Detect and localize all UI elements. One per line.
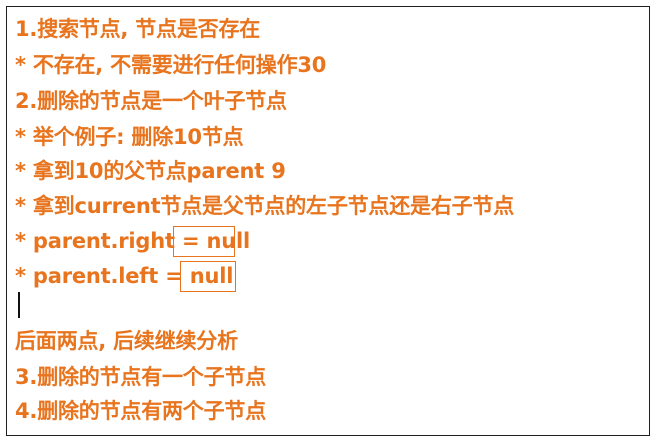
text-line-6[interactable]: * 拿到current节点是父节点的左子节点还是右子节点 bbox=[15, 192, 514, 220]
text-line-9[interactable]: 后面两点, 后续继续分析 bbox=[15, 327, 238, 355]
text-line-5[interactable]: * 拿到10的父节点parent 9 bbox=[15, 157, 286, 185]
text-line-3[interactable]: 2.删除的节点是一个叶子节点 bbox=[15, 87, 287, 115]
note-frame: 1.搜索节点, 节点是否存在 * 不存在, 不需要进行任何操作30 2.删除的节… bbox=[6, 6, 650, 436]
highlight-box-left-equals bbox=[180, 261, 236, 292]
text-cursor bbox=[18, 292, 20, 318]
text-line-10[interactable]: 3.删除的节点有一个子节点 bbox=[15, 363, 266, 391]
highlight-box-right-equals bbox=[173, 226, 235, 257]
text-line-4[interactable]: * 举个例子: 删除10节点 bbox=[15, 123, 244, 151]
text-line-11[interactable]: 4.删除的节点有两个子节点 bbox=[15, 397, 266, 425]
text-line-1[interactable]: 1.搜索节点, 节点是否存在 bbox=[15, 15, 260, 43]
text-line-2[interactable]: * 不存在, 不需要进行任何操作30 bbox=[15, 51, 326, 79]
